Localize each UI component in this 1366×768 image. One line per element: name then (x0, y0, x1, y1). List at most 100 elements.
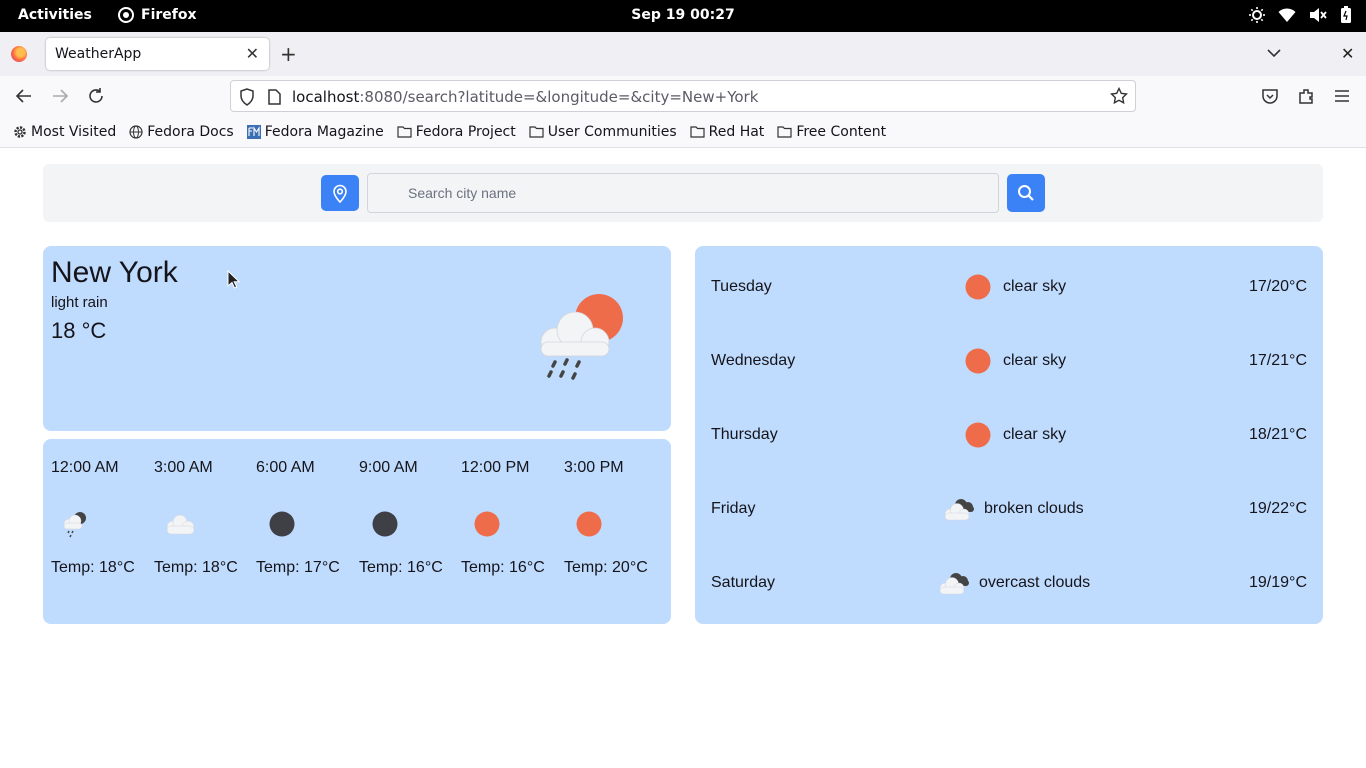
url-host: localhost (292, 88, 360, 106)
city-name: New York (51, 256, 178, 289)
location-pin-icon (333, 184, 347, 203)
forecast-temp: 17/21°C (1249, 352, 1307, 369)
bookmark-label: Fedora Magazine (264, 123, 384, 140)
globe-icon (129, 124, 143, 139)
system-tray[interactable] (1249, 6, 1352, 24)
forecast-row: Thursday clear sky 18/21°C (695, 415, 1323, 455)
hour-temp: Temp: 17°C (256, 559, 340, 576)
firefox-logo-icon (11, 46, 27, 62)
pocket-icon[interactable] (1261, 87, 1279, 105)
search-icon (1018, 185, 1034, 201)
broken-clouds-icon (944, 499, 974, 521)
mouse-pointer-icon (227, 270, 241, 289)
bookmark-fedora-magazine[interactable]: Fedora Magazine (246, 123, 384, 140)
weather-app-page: New York light rain 18 °C 12:00 AM Temp:… (0, 148, 1366, 768)
bookmarks-toolbar: Most Visited Fedora Docs Fedora Magazine… (0, 116, 1366, 148)
tab-close-icon[interactable]: ✕ (246, 44, 259, 63)
url-text: localhost:8080/search?latitude=&longitud… (292, 88, 758, 106)
bookmark-most-visited[interactable]: Most Visited (13, 124, 116, 140)
bookmark-star-icon[interactable] (1110, 87, 1128, 105)
chevron-down-icon[interactable] (1266, 45, 1282, 61)
address-bar[interactable]: localhost:8080/search?latitude=&longitud… (230, 80, 1136, 112)
bookmark-label: Fedora Docs (147, 123, 234, 140)
hour-time: 12:00 PM (461, 459, 530, 476)
app-name: Firefox (141, 7, 197, 23)
folder-icon (529, 126, 544, 138)
sun-icon (965, 422, 991, 448)
forecast-day: Wednesday (711, 352, 796, 369)
hour-time: 6:00 AM (256, 459, 315, 476)
hour-time: 9:00 AM (359, 459, 418, 476)
url-path: :8080/search?latitude=&longitude=&city=N… (359, 88, 759, 106)
back-icon[interactable] (15, 87, 33, 105)
hourly-forecast-card: 12:00 AM Temp: 18°C 3:00 AM Temp: 18°C 6… (43, 439, 671, 624)
sun-icon (474, 511, 500, 537)
hour-time: 12:00 AM (51, 459, 119, 476)
city-search-input[interactable] (367, 173, 999, 213)
cloud-rain-icon (63, 512, 86, 538)
sun-icon (965, 274, 991, 300)
bookmark-user-communities[interactable]: User Communities (529, 124, 677, 140)
firefox-app-icon (118, 7, 134, 23)
bookmark-label: Free Content (796, 123, 887, 140)
hour-temp: Temp: 16°C (359, 559, 443, 576)
tab-weatherapp[interactable]: WeatherApp ✕ (46, 38, 269, 70)
forecast-temp: 19/19°C (1249, 574, 1307, 591)
moon-icon (269, 511, 295, 537)
cloud-icon (166, 514, 195, 535)
fm-icon (246, 124, 261, 139)
folder-icon (777, 126, 792, 138)
tab-bar: WeatherApp ✕ (0, 32, 1366, 76)
battery-icon (1341, 6, 1351, 23)
forecast-day: Saturday (711, 574, 776, 591)
overcast-clouds-icon (939, 573, 969, 595)
forecast-day: Tuesday (711, 278, 772, 295)
hour-time: 3:00 AM (154, 459, 213, 476)
close-window-icon[interactable]: ✕ (1341, 44, 1354, 63)
volume-muted-icon (1310, 8, 1327, 22)
bookmark-red-hat[interactable]: Red Hat (690, 123, 765, 140)
hour-temp: Temp: 18°C (154, 559, 238, 576)
forecast-row: Wednesday clear sky 17/21°C (695, 341, 1323, 381)
system-top-bar: Activities Firefox Sep 19 00:27 (0, 0, 1366, 32)
forecast-description: clear sky (1003, 352, 1067, 369)
search-button[interactable] (1007, 174, 1045, 212)
forecast-temp: 18/21°C (1249, 426, 1307, 443)
bookmark-fedora-docs[interactable]: Fedora Docs (129, 123, 234, 140)
hour-temp: Temp: 20°C (564, 559, 648, 576)
tab-title: WeatherApp (55, 46, 142, 62)
bookmark-label: Red Hat (708, 123, 765, 140)
folder-icon (397, 126, 412, 138)
bookmark-free-content[interactable]: Free Content (777, 124, 886, 140)
current-location-button[interactable] (321, 175, 359, 211)
bookmark-fedora-project[interactable]: Fedora Project (397, 124, 516, 140)
current-weather-card: New York light rain 18 °C (43, 246, 671, 431)
tracking-protection-shield-icon[interactable] (239, 88, 255, 106)
weather-description: light rain (51, 294, 108, 311)
activities-button[interactable]: Activities (18, 7, 92, 23)
folder-icon (690, 126, 705, 138)
forecast-row: Tuesday clear sky 17/20°C (695, 267, 1323, 307)
wifi-icon (1278, 8, 1296, 22)
page-info-icon[interactable] (267, 89, 281, 105)
new-tab-icon[interactable]: + (280, 42, 297, 66)
app-menu[interactable]: Firefox (118, 7, 197, 23)
forward-icon[interactable] (51, 87, 69, 105)
hour-temp: Temp: 18°C (51, 559, 135, 576)
clock[interactable]: Sep 19 00:27 (631, 7, 734, 23)
sun-icon (576, 511, 602, 537)
gear-icon (14, 125, 26, 138)
forecast-temp: 19/22°C (1249, 500, 1307, 517)
forecast-day: Thursday (711, 426, 778, 443)
reload-icon[interactable] (87, 87, 105, 105)
bookmark-label: Most Visited (31, 123, 117, 140)
forecast-description: broken clouds (984, 500, 1084, 517)
forecast-description: clear sky (1003, 278, 1067, 295)
hamburger-menu-icon[interactable] (1333, 87, 1351, 105)
forecast-temp: 17/20°C (1249, 278, 1307, 295)
extensions-icon[interactable] (1297, 87, 1315, 105)
navigation-toolbar: localhost:8080/search?latitude=&longitud… (0, 76, 1366, 116)
moon-icon (372, 511, 398, 537)
forecast-row: Saturday overcast clouds 19/19°C (695, 563, 1323, 603)
bookmark-label: User Communities (547, 123, 677, 140)
